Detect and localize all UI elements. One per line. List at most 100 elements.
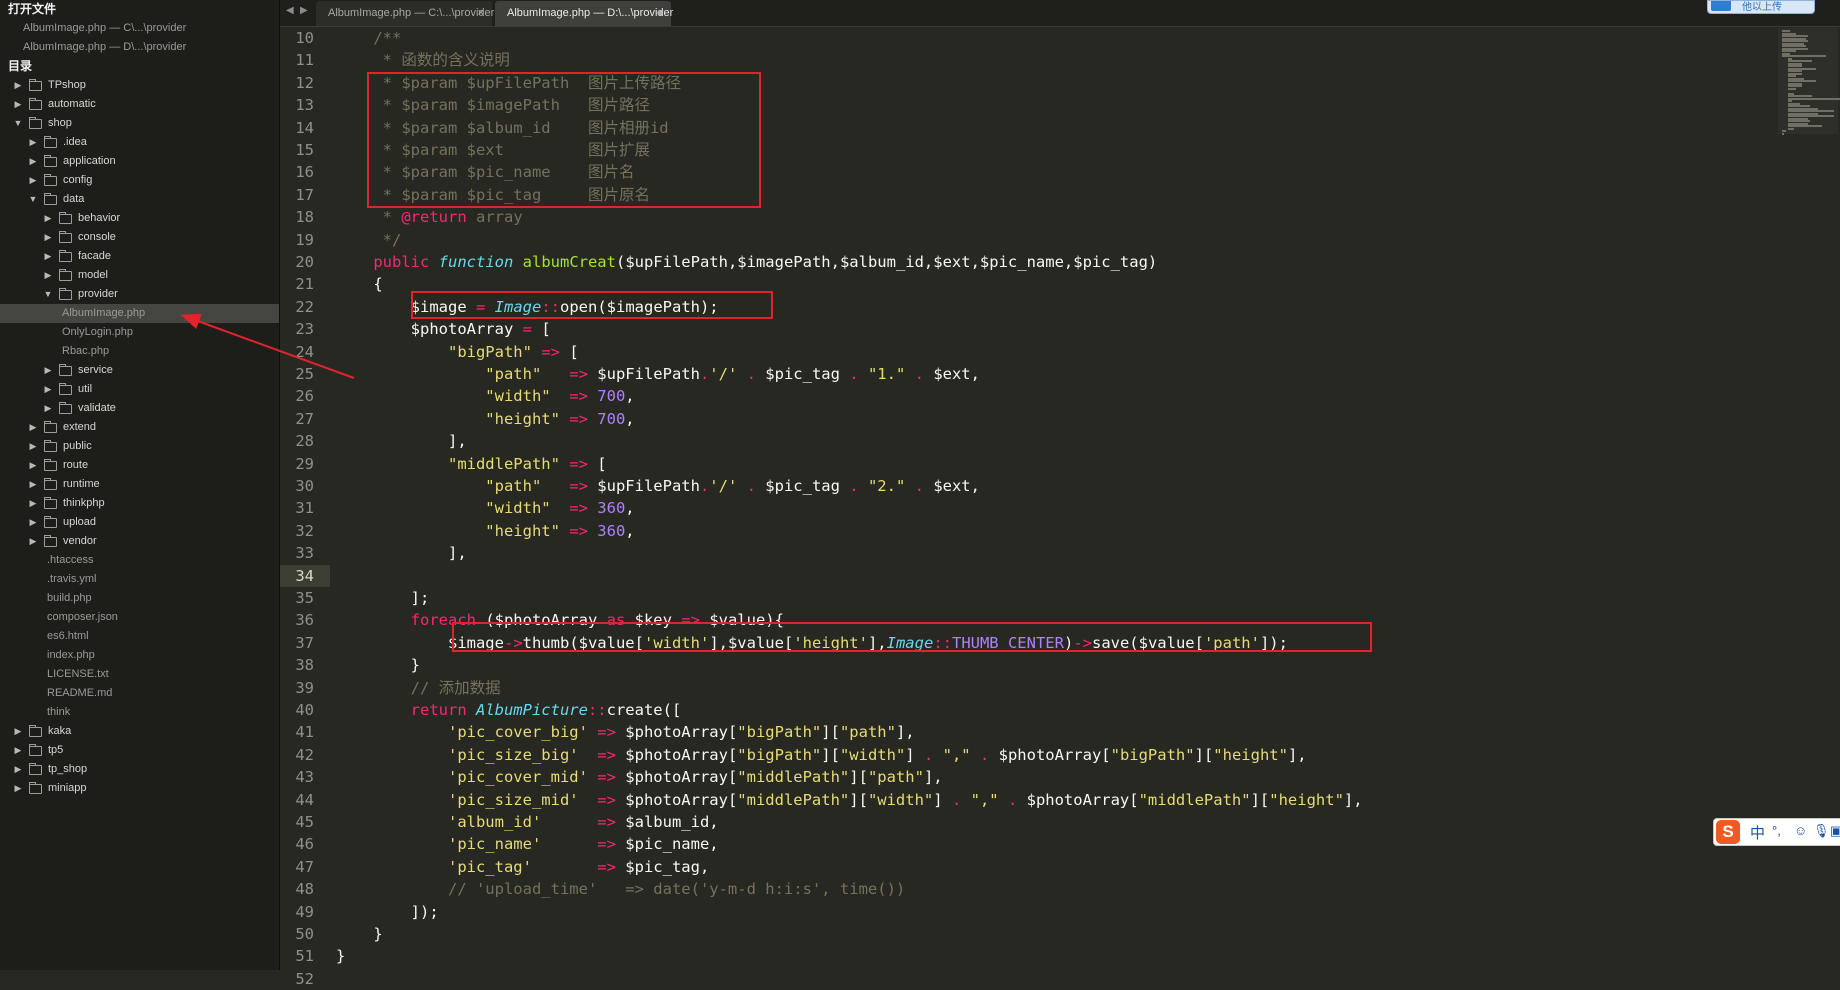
tree-folder-item[interactable]: ▶ public <box>0 437 279 456</box>
tree-folder-item[interactable]: ▶ vendor <box>0 532 279 551</box>
tree-folder-item[interactable]: ▼ provider <box>0 285 279 304</box>
disclosure-collapsed-icon[interactable]: ▶ <box>13 95 23 114</box>
code-line[interactable]: * @return array <box>336 206 523 228</box>
tree-file-item[interactable]: index.php <box>0 646 279 665</box>
disclosure-collapsed-icon[interactable]: ▶ <box>28 475 38 494</box>
tree-folder-item[interactable]: ▼ data <box>0 190 279 209</box>
tree-file-item[interactable]: LICENSE.txt <box>0 665 279 684</box>
tree-folder-item[interactable]: ▶ .idea <box>0 133 279 152</box>
code-line[interactable]: 'pic_size_mid' => $photoArray["middlePat… <box>336 789 1363 811</box>
code-line[interactable]: "height" => 360, <box>336 520 634 542</box>
disclosure-collapsed-icon[interactable]: ▶ <box>28 494 38 513</box>
code-line[interactable]: 'pic_tag' => $pic_tag, <box>336 856 709 878</box>
disclosure-collapsed-icon[interactable]: ▶ <box>28 133 38 152</box>
tree-file-item[interactable]: think <box>0 703 279 722</box>
disclosure-collapsed-icon[interactable]: ▶ <box>28 456 38 475</box>
tree-file-item[interactable]: composer.json <box>0 608 279 627</box>
tree-file-item[interactable]: Rbac.php <box>0 342 279 361</box>
disclosure-collapsed-icon[interactable]: ▶ <box>13 741 23 760</box>
ime-language-toggle[interactable]: 中 <box>1750 822 1765 843</box>
disclosure-collapsed-icon[interactable]: ▶ <box>43 247 53 266</box>
code-line[interactable]: { <box>336 273 382 295</box>
tree-file-item[interactable]: .travis.yml <box>0 570 279 589</box>
tab-albumimage-c[interactable]: AlbumImage.php — C:\...\provider × <box>316 1 494 26</box>
code-line[interactable]: "width" => 700, <box>336 385 634 407</box>
code-line[interactable]: ], <box>336 430 467 452</box>
code-line[interactable]: ]); <box>336 901 439 923</box>
disclosure-collapsed-icon[interactable]: ▶ <box>13 760 23 779</box>
tab-next-arrow-icon[interactable]: ▶ <box>300 5 308 16</box>
tree-folder-item[interactable]: ▶ tp5 <box>0 741 279 760</box>
tab-close-icon[interactable]: × <box>478 1 484 26</box>
tab-modified-dot-icon[interactable]: ● <box>656 1 663 26</box>
tree-folder-item[interactable]: ▶ console <box>0 228 279 247</box>
code-line[interactable]: "bigPath" => [ <box>336 341 579 363</box>
open-file-item[interactable]: AlbumImage.php — D\...\provider <box>0 38 279 57</box>
tree-folder-item[interactable]: ▶ application <box>0 152 279 171</box>
code-line[interactable]: 'pic_name' => $pic_name, <box>336 833 719 855</box>
disclosure-collapsed-icon[interactable]: ▶ <box>43 399 53 418</box>
tree-file-item[interactable]: build.php <box>0 589 279 608</box>
cloud-upload-button[interactable]: 他以上传 <box>1707 0 1815 14</box>
tree-file-item[interactable]: OnlyLogin.php <box>0 323 279 342</box>
disclosure-collapsed-icon[interactable]: ▶ <box>13 779 23 798</box>
tree-folder-item[interactable]: ▶ facade <box>0 247 279 266</box>
disclosure-collapsed-icon[interactable]: ▶ <box>43 361 53 380</box>
tree-folder-item[interactable]: ▶ upload <box>0 513 279 532</box>
disclosure-collapsed-icon[interactable]: ▶ <box>43 209 53 228</box>
ime-toolbar[interactable]: S 中 °, ☺ 🎙 ▣ <box>1713 818 1840 846</box>
code-line[interactable]: public function albumCreat($upFilePath,$… <box>336 251 1157 273</box>
code-line[interactable]: 'pic_size_big' => $photoArray["bigPath"]… <box>336 744 1307 766</box>
tree-folder-item[interactable]: ▶ model <box>0 266 279 285</box>
code-line[interactable]: * 函数的含义说明 <box>336 49 510 71</box>
code-line[interactable]: $photoArray = [ <box>336 318 551 340</box>
code-line[interactable]: */ <box>336 229 402 251</box>
disclosure-collapsed-icon[interactable]: ▶ <box>28 171 38 190</box>
microphone-icon[interactable]: 🎙 <box>1813 823 1830 839</box>
disclosure-collapsed-icon[interactable]: ▶ <box>13 722 23 741</box>
disclosure-collapsed-icon[interactable]: ▶ <box>28 437 38 456</box>
code-line[interactable]: "path" => $upFilePath.'/' . $pic_tag . "… <box>336 363 980 385</box>
disclosure-expanded-icon[interactable]: ▼ <box>28 190 38 209</box>
code-line[interactable]: return AlbumPicture::create([ <box>336 699 682 721</box>
disclosure-collapsed-icon[interactable]: ▶ <box>13 76 23 95</box>
code-line[interactable]: // 'upload_time' => date('y-m-d h:i:s', … <box>336 878 905 900</box>
tree-folder-item[interactable]: ▶ util <box>0 380 279 399</box>
code-line[interactable]: } <box>336 945 345 967</box>
tree-folder-item[interactable]: ▶ config <box>0 171 279 190</box>
disclosure-expanded-icon[interactable]: ▼ <box>13 114 23 133</box>
disclosure-collapsed-icon[interactable]: ▶ <box>28 513 38 532</box>
code-line[interactable]: ]; <box>336 587 430 609</box>
disclosure-collapsed-icon[interactable]: ▶ <box>28 418 38 437</box>
tree-file-item[interactable]: README.md <box>0 684 279 703</box>
code-line[interactable]: "height" => 700, <box>336 408 634 430</box>
emoji-icon[interactable]: ☺ <box>1794 823 1807 838</box>
tree-file-item[interactable]: AlbumImage.php <box>0 304 279 323</box>
tree-folder-item[interactable]: ▶ service <box>0 361 279 380</box>
tree-folder-item[interactable]: ▶ route <box>0 456 279 475</box>
keyboard-icon[interactable]: ▣ <box>1830 823 1840 839</box>
tab-prev-arrow-icon[interactable]: ◀ <box>286 5 294 16</box>
disclosure-expanded-icon[interactable]: ▼ <box>43 285 53 304</box>
tab-albumimage-d[interactable]: AlbumImage.php — D:\...\provider ● <box>495 1 673 26</box>
code-line[interactable]: "middlePath" => [ <box>336 453 607 475</box>
tree-folder-item[interactable]: ▼ shop <box>0 114 279 133</box>
tree-file-item[interactable]: .htaccess <box>0 551 279 570</box>
sogou-logo-icon[interactable]: S <box>1716 820 1740 844</box>
tree-folder-item[interactable]: ▶ validate <box>0 399 279 418</box>
tree-folder-item[interactable]: ▶ runtime <box>0 475 279 494</box>
tree-folder-item[interactable]: ▶ kaka <box>0 722 279 741</box>
tree-folder-item[interactable]: ▶ behavior <box>0 209 279 228</box>
code-line[interactable]: 'pic_cover_mid' => $photoArray["middlePa… <box>336 766 943 788</box>
tree-folder-item[interactable]: ▶ thinkphp <box>0 494 279 513</box>
code-line[interactable]: "path" => $upFilePath.'/' . $pic_tag . "… <box>336 475 980 497</box>
code-line[interactable]: 'pic_cover_big' => $photoArray["bigPath"… <box>336 721 915 743</box>
code-line[interactable]: } <box>336 654 420 676</box>
code-line[interactable]: ], <box>336 542 467 564</box>
disclosure-collapsed-icon[interactable]: ▶ <box>43 380 53 399</box>
disclosure-collapsed-icon[interactable]: ▶ <box>28 532 38 551</box>
code-line[interactable]: 'album_id' => $album_id, <box>336 811 719 833</box>
minimap[interactable] <box>1778 28 1840 135</box>
code-line[interactable]: } <box>336 923 382 945</box>
code-line[interactable]: "width" => 360, <box>336 497 634 519</box>
